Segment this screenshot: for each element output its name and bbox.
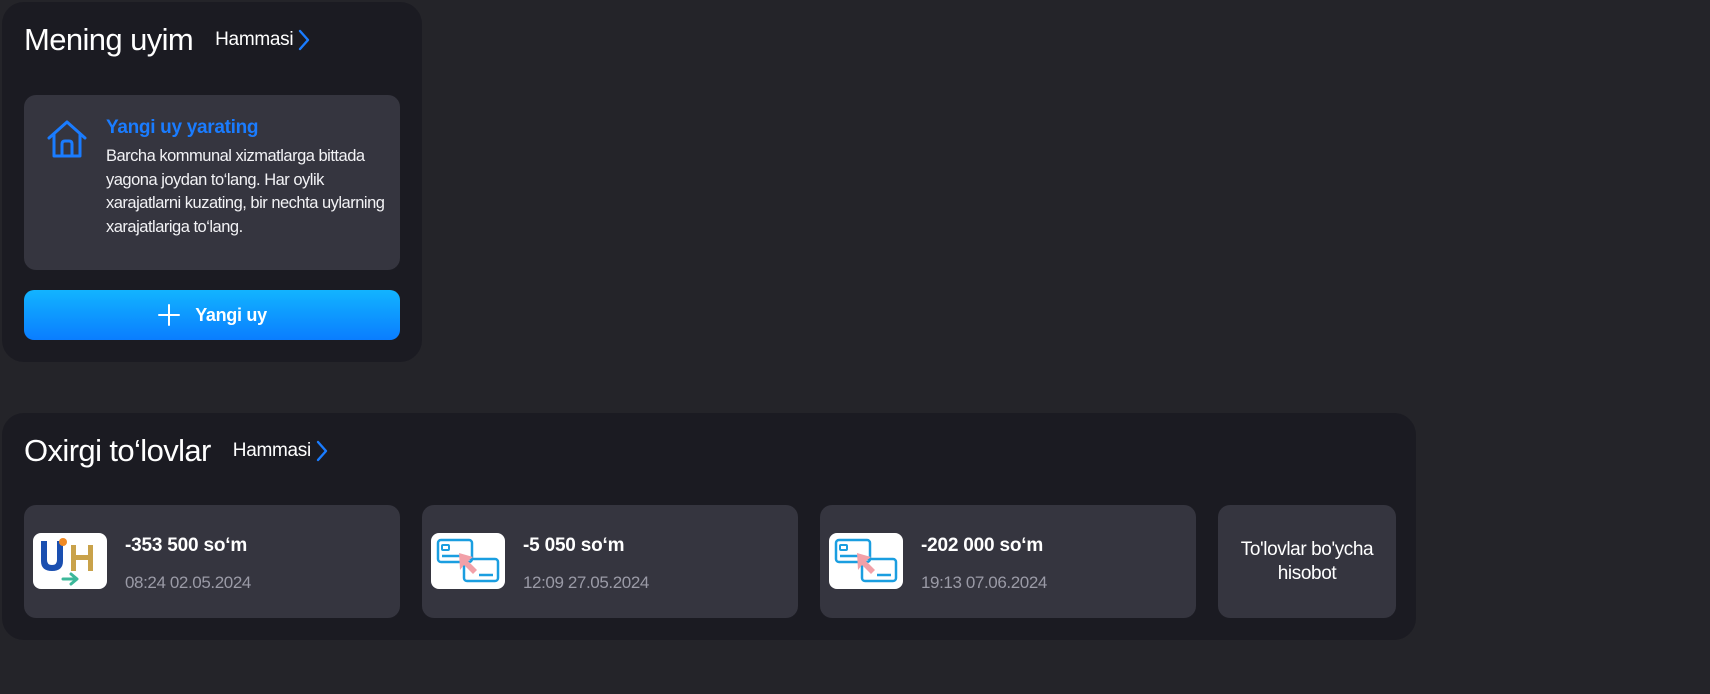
create-home-card: Yangi uy yarating Barcha kommunal xizmat… xyxy=(24,95,400,270)
payment-datetime: 12:09 27.05.2024 xyxy=(523,573,649,592)
recent-payments-see-all-link[interactable]: Hammasi xyxy=(233,440,328,462)
my-home-see-all-link[interactable]: Hammasi xyxy=(215,29,310,51)
payment-card[interactable]: -5 050 so‘m 12:09 27.05.2024 xyxy=(422,505,798,618)
chevron-right-icon xyxy=(299,29,310,51)
recent-payments-title: Oxirgi to‘lovlar xyxy=(24,433,211,468)
my-home-title: Mening uyim xyxy=(24,22,194,57)
payments-report-button[interactable]: To'lovlar bo'ycha hisobot xyxy=(1218,505,1396,618)
card-transfer-icon xyxy=(431,533,505,589)
my-home-header: Mening uyim Hammasi xyxy=(24,22,310,58)
my-home-panel: Mening uyim Hammasi Yangi uy yarating Ba… xyxy=(2,2,422,362)
payment-amount: -202 000 so‘m xyxy=(921,535,1044,556)
create-home-description: Barcha kommunal xizmatlarga bittada yago… xyxy=(106,147,385,236)
payments-report-label: To'lovlar bo'ycha hisobot xyxy=(1240,538,1374,584)
create-home-title: Yangi uy yarating xyxy=(106,117,259,138)
house-icon xyxy=(47,120,87,158)
see-all-label: Hammasi xyxy=(215,29,294,50)
plus-icon xyxy=(158,304,181,326)
new-home-button[interactable]: Yangi uy xyxy=(24,290,400,340)
payment-amount: -5 050 so‘m xyxy=(523,535,625,556)
recent-payments-header: Oxirgi to‘lovlar Hammasi xyxy=(24,433,328,469)
card-transfer-icon xyxy=(829,533,903,589)
payment-card[interactable]: -353 500 so‘m 08:24 02.05.2024 xyxy=(24,505,400,618)
see-all-label: Hammasi xyxy=(232,440,311,461)
recent-payments-panel: Oxirgi to‘lovlar Hammasi -353 500 so‘m 0… xyxy=(2,413,1416,640)
payment-datetime: 19:13 07.06.2024 xyxy=(921,573,1047,592)
chevron-right-icon xyxy=(316,440,328,462)
new-home-button-label: Yangi uy xyxy=(195,304,267,325)
uzhydro-logo-icon xyxy=(33,533,107,589)
payment-amount: -353 500 so‘m xyxy=(125,535,248,556)
payment-card[interactable]: -202 000 so‘m 19:13 07.06.2024 xyxy=(820,505,1196,618)
payment-datetime: 08:24 02.05.2024 xyxy=(125,573,251,592)
